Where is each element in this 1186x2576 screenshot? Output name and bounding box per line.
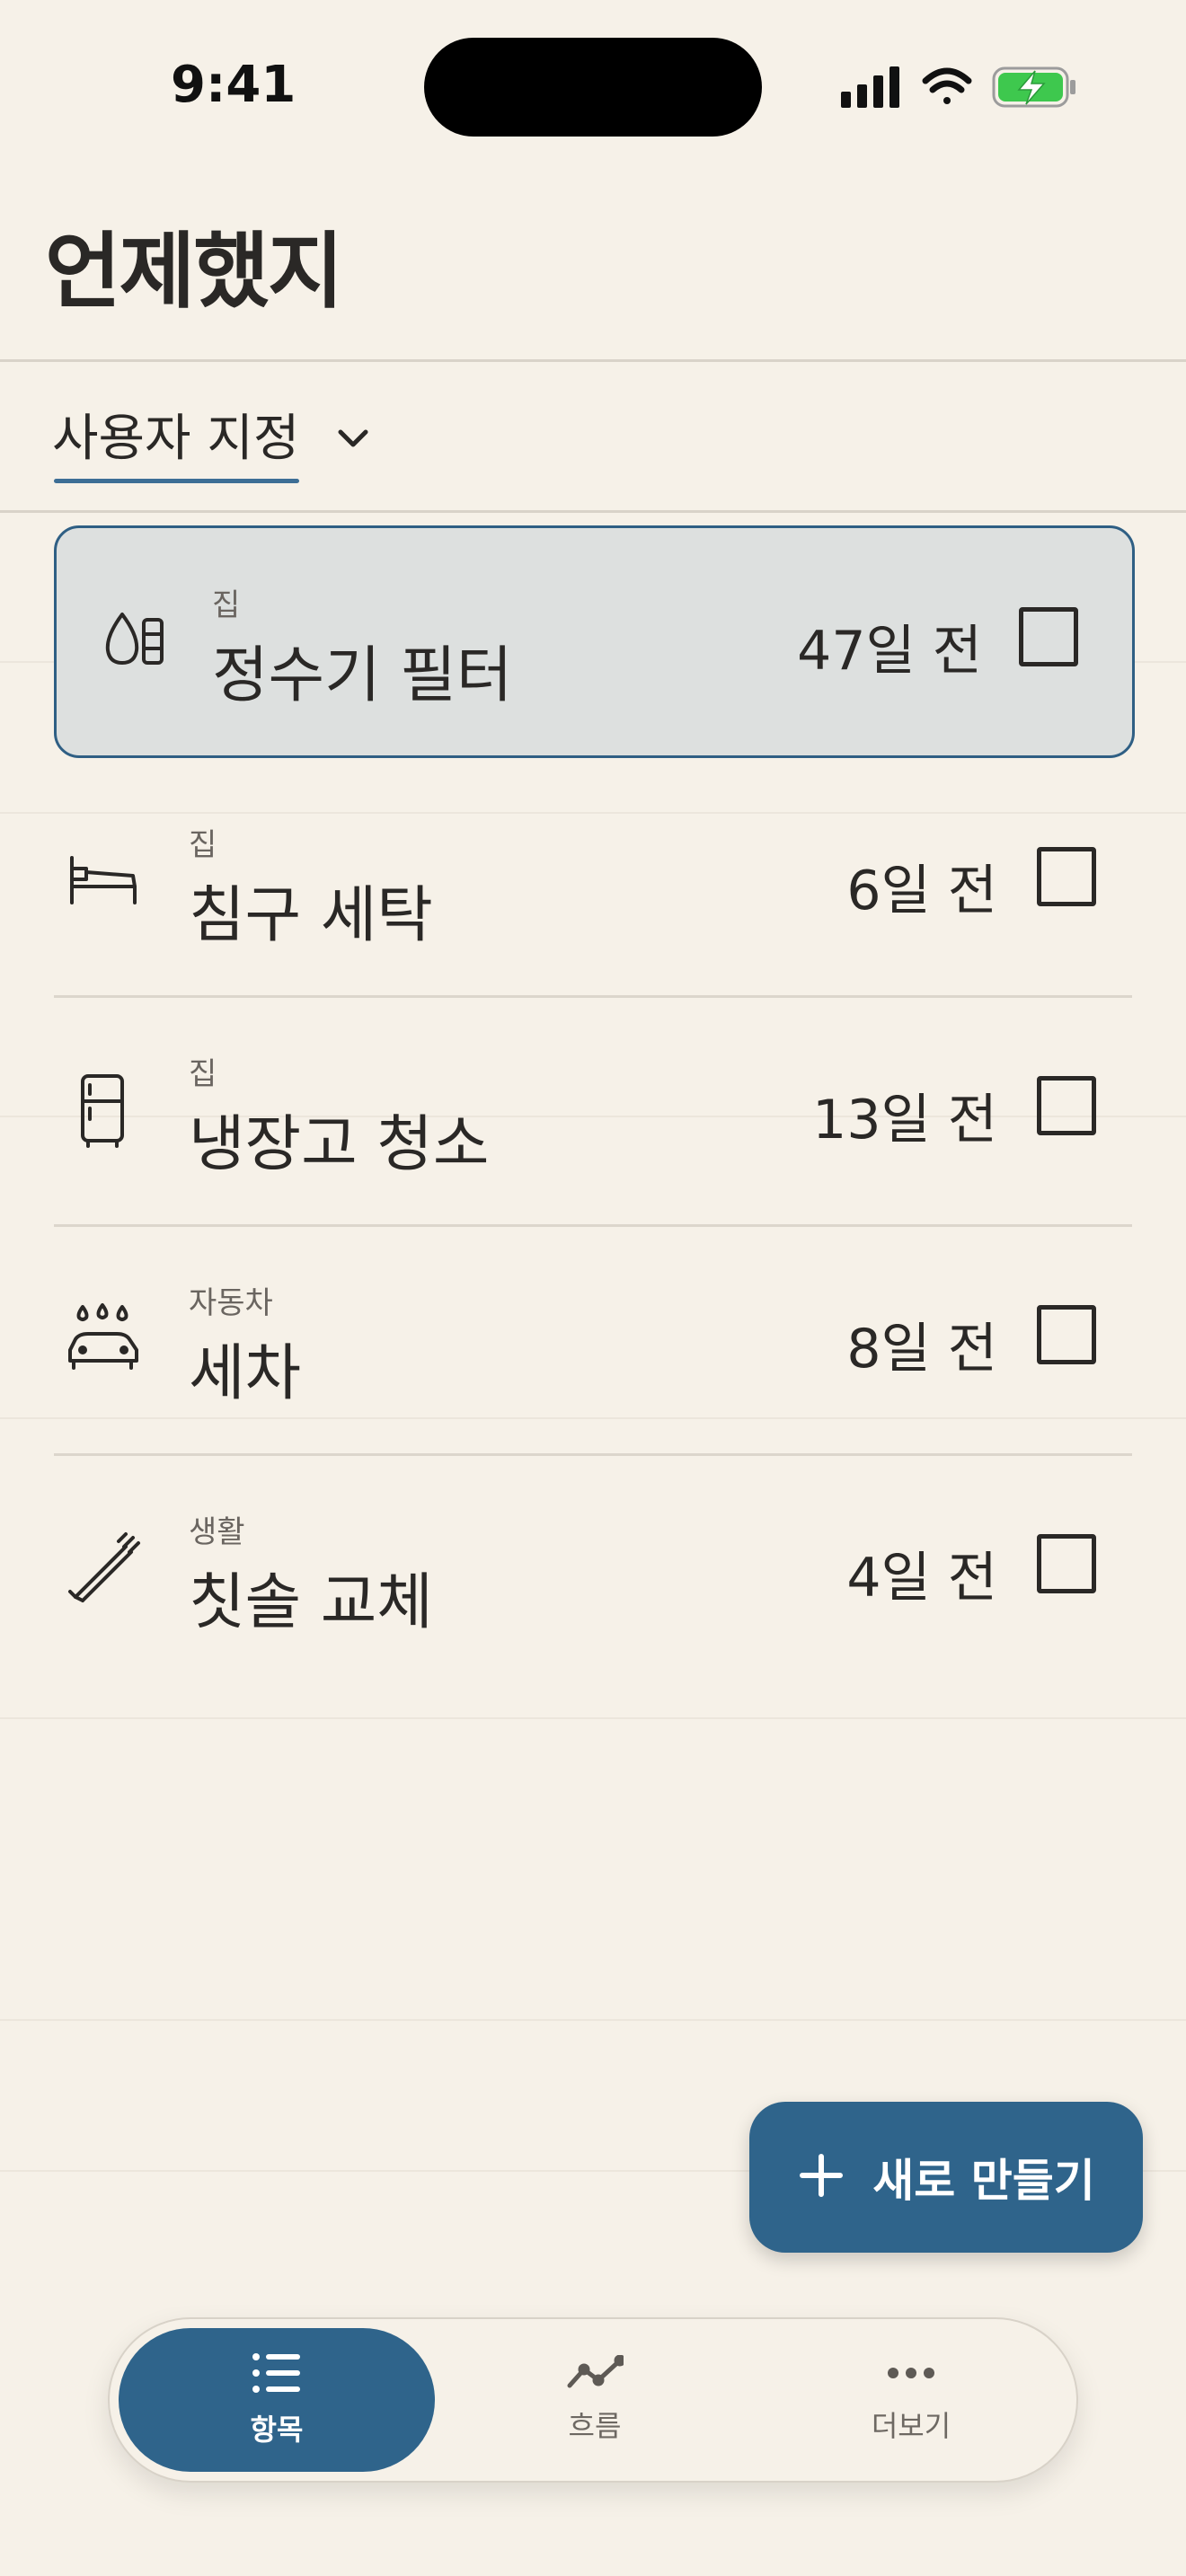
item-elapsed: 47일 전 bbox=[797, 620, 982, 683]
list-item[interactable]: 생활 칫솔 교체 4일 전 bbox=[54, 1455, 1132, 1685]
item-category: 생활 bbox=[189, 1514, 245, 1550]
filter-underline bbox=[54, 478, 300, 483]
item-category: 집 bbox=[212, 587, 241, 623]
tab-label: 더보기 bbox=[871, 2409, 951, 2443]
item-elapsed: 6일 전 bbox=[846, 860, 997, 922]
item-category: 집 bbox=[189, 1056, 217, 1092]
list-item[interactable]: 집 침구 세탁 6일 전 bbox=[54, 768, 1132, 998]
list-item[interactable]: 자동차 세차 8일 전 bbox=[54, 1226, 1132, 1456]
item-name: 세차 bbox=[189, 1338, 302, 1409]
item-name: 칫솔 교체 bbox=[189, 1567, 433, 1638]
tab-trend[interactable]: 흐름 bbox=[437, 2328, 753, 2472]
status-icons bbox=[839, 63, 1082, 110]
more-icon bbox=[886, 2355, 936, 2395]
tab-more[interactable]: 더보기 bbox=[753, 2328, 1069, 2472]
tab-label: 항목 bbox=[250, 2413, 304, 2447]
car-wash-icon bbox=[63, 1298, 144, 1379]
done-checkbox[interactable] bbox=[1037, 1305, 1096, 1364]
wifi-icon bbox=[922, 67, 972, 104]
status-time: 9:41 bbox=[171, 56, 296, 114]
battery-charging-icon bbox=[992, 66, 1075, 108]
item-name: 냉장고 청소 bbox=[189, 1109, 490, 1180]
dynamic-island bbox=[424, 38, 762, 137]
done-checkbox[interactable] bbox=[1019, 607, 1078, 666]
item-category: 집 bbox=[189, 827, 217, 863]
item-name: 침구 세탁 bbox=[189, 880, 433, 951]
page-title: 언제했지 bbox=[45, 224, 344, 320]
chevron-down-icon bbox=[335, 425, 371, 455]
fridge-icon bbox=[63, 1069, 144, 1150]
item-category: 자동차 bbox=[189, 1285, 273, 1321]
signal-icon bbox=[841, 66, 899, 108]
done-checkbox[interactable] bbox=[1037, 1076, 1096, 1135]
bed-icon bbox=[63, 840, 144, 921]
list-item-selected[interactable]: 집 정수기 필터 47일 전 bbox=[54, 525, 1135, 758]
done-checkbox[interactable] bbox=[1037, 1534, 1096, 1593]
item-elapsed: 8일 전 bbox=[846, 1318, 997, 1381]
water-filter-icon bbox=[97, 600, 178, 681]
item-elapsed: 4일 전 bbox=[846, 1547, 997, 1610]
list-item[interactable]: 집 냉장고 청소 13일 전 bbox=[54, 997, 1132, 1227]
filter-label: 사용자 지정 bbox=[52, 398, 300, 483]
done-checkbox[interactable] bbox=[1037, 847, 1096, 906]
list-icon bbox=[252, 2351, 302, 2398]
create-new-label: 새로 만들기 bbox=[872, 2155, 1095, 2207]
plus-icon bbox=[797, 2151, 845, 2203]
tab-label: 흐름 bbox=[568, 2409, 622, 2443]
tab-items[interactable]: 항목 bbox=[119, 2328, 435, 2472]
filter-dropdown[interactable]: 사용자 지정 bbox=[52, 395, 371, 485]
create-new-button[interactable]: 새로 만들기 bbox=[749, 2102, 1143, 2253]
item-elapsed: 13일 전 bbox=[812, 1089, 997, 1151]
item-name: 정수기 필터 bbox=[212, 640, 513, 711]
toothbrush-icon bbox=[63, 1527, 144, 1608]
tab-bar: 항목 흐름 더보기 bbox=[108, 2317, 1078, 2483]
trend-icon bbox=[566, 2354, 626, 2395]
